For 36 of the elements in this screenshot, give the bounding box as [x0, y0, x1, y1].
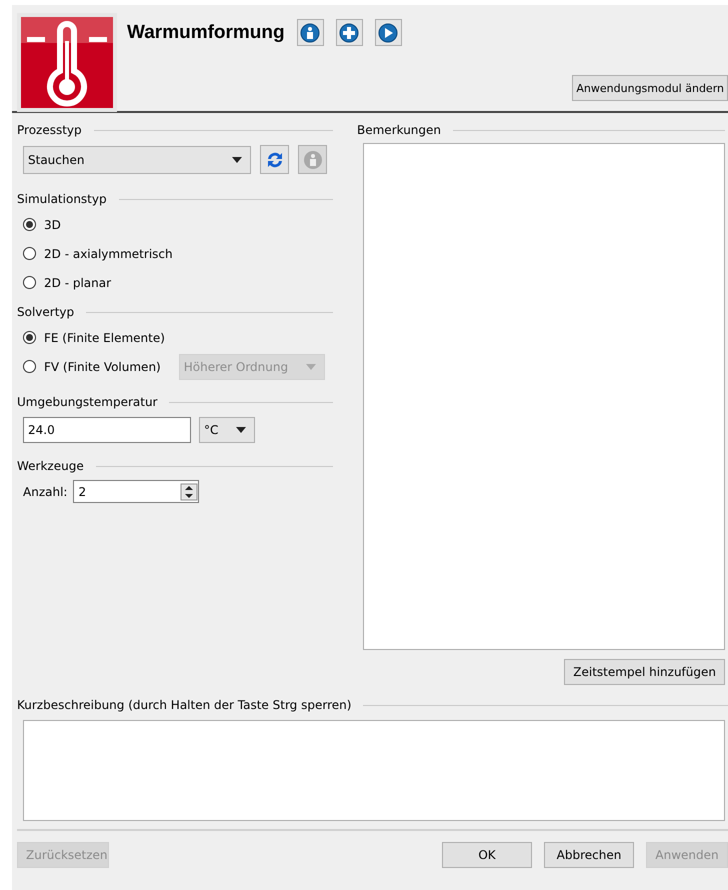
radio-option[interactable]: 2D - planar: [23, 268, 333, 297]
info-icon: [302, 150, 322, 170]
radio-option[interactable]: 3D: [23, 210, 333, 239]
refresh-button[interactable]: [260, 145, 289, 174]
radio-option[interactable]: FE (Finite Elemente): [23, 323, 165, 352]
group-label: Simulationstyp: [17, 192, 107, 206]
radio-option[interactable]: FV (Finite Volumen): [23, 352, 161, 381]
radio-option[interactable]: 2D - axialymmetrisch: [23, 239, 333, 268]
dialog-button[interactable]: Abbrechen: [544, 842, 634, 868]
info-icon: [300, 22, 320, 42]
count-label: Anzahl:: [23, 484, 68, 498]
count-spinbox[interactable]: 2: [73, 480, 200, 503]
process-type-dropdown[interactable]: Stauchen: [23, 146, 251, 174]
info-button[interactable]: [296, 19, 324, 46]
group-label: Bemerkungen: [357, 123, 442, 137]
dropdown-arrow-icon: [236, 427, 246, 433]
play-icon: [378, 22, 398, 42]
dropdown-arrow-icon: [232, 156, 242, 162]
description-field[interactable]: [23, 720, 725, 821]
group-label: Solvertyp: [17, 305, 74, 319]
plus-icon: [339, 22, 360, 42]
unit-dropdown[interactable]: °C: [199, 417, 255, 443]
group-label: Umgebungstemperatur: [17, 395, 158, 409]
spinner-icon: [180, 482, 198, 500]
play-button[interactable]: [374, 19, 402, 46]
add-button[interactable]: [336, 19, 363, 46]
group-label: Kurzbeschreibung (durch Halten der Taste Strg sperren): [17, 698, 352, 712]
group-label: Prozesstyp: [17, 123, 82, 137]
module-title: Warmumformung: [127, 22, 285, 44]
group-label: Werkzeuge: [17, 459, 84, 473]
dropdown-arrow-icon: [306, 364, 316, 370]
timestamp-button[interactable]: Zeitstempel hinzufügen: [564, 659, 725, 685]
dialog-button[interactable]: OK: [442, 842, 532, 868]
remarks-field[interactable]: [363, 143, 725, 650]
temperature-field[interactable]: 24.0: [23, 417, 191, 443]
change-module-button[interactable]: Anwendungsmodul ändern: [572, 75, 728, 101]
